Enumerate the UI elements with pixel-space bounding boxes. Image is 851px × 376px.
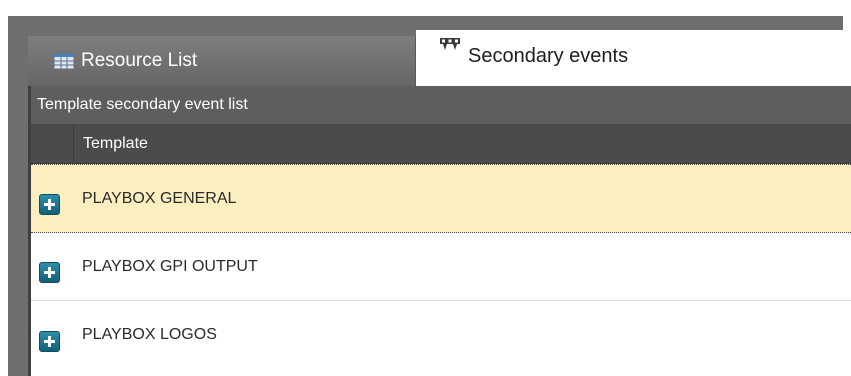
- column-header-row: Template: [31, 125, 851, 164]
- expand-plus-icon[interactable]: [39, 262, 60, 283]
- table-row[interactable]: PLAYBOX GENERAL: [31, 164, 851, 233]
- template-list: PLAYBOX GENERAL PLAYBOX GPI OUTPUT PLAYB…: [31, 164, 851, 369]
- tab-resource-list[interactable]: Resource List: [28, 36, 416, 86]
- tab-secondary-events[interactable]: Secondary events: [416, 30, 851, 86]
- column-header-template[interactable]: Template: [74, 135, 148, 153]
- column-header-gutter: [31, 125, 74, 163]
- expand-plus-icon[interactable]: [39, 330, 60, 352]
- grid-table-icon: [54, 53, 74, 69]
- secondary-event-panel: Template secondary event list Template P…: [28, 86, 851, 376]
- row-label: PLAYBOX GENERAL: [82, 189, 237, 207]
- expand-plus-icon[interactable]: [39, 194, 60, 215]
- panel-title-text: Template secondary event list: [37, 96, 248, 113]
- secondary-events-icon: [440, 38, 460, 50]
- table-row[interactable]: PLAYBOX LOGOS: [31, 301, 851, 369]
- panel-title: Template secondary event list: [31, 86, 851, 125]
- row-label: PLAYBOX GPI OUTPUT: [82, 257, 258, 275]
- tab-resource-list-label: Resource List: [81, 50, 198, 71]
- tab-secondary-events-label: Secondary events: [468, 45, 629, 67]
- table-row[interactable]: PLAYBOX GPI OUTPUT: [31, 233, 851, 301]
- tab-bar: Resource List Secondary events: [8, 16, 851, 86]
- row-label: PLAYBOX LOGOS: [82, 326, 217, 343]
